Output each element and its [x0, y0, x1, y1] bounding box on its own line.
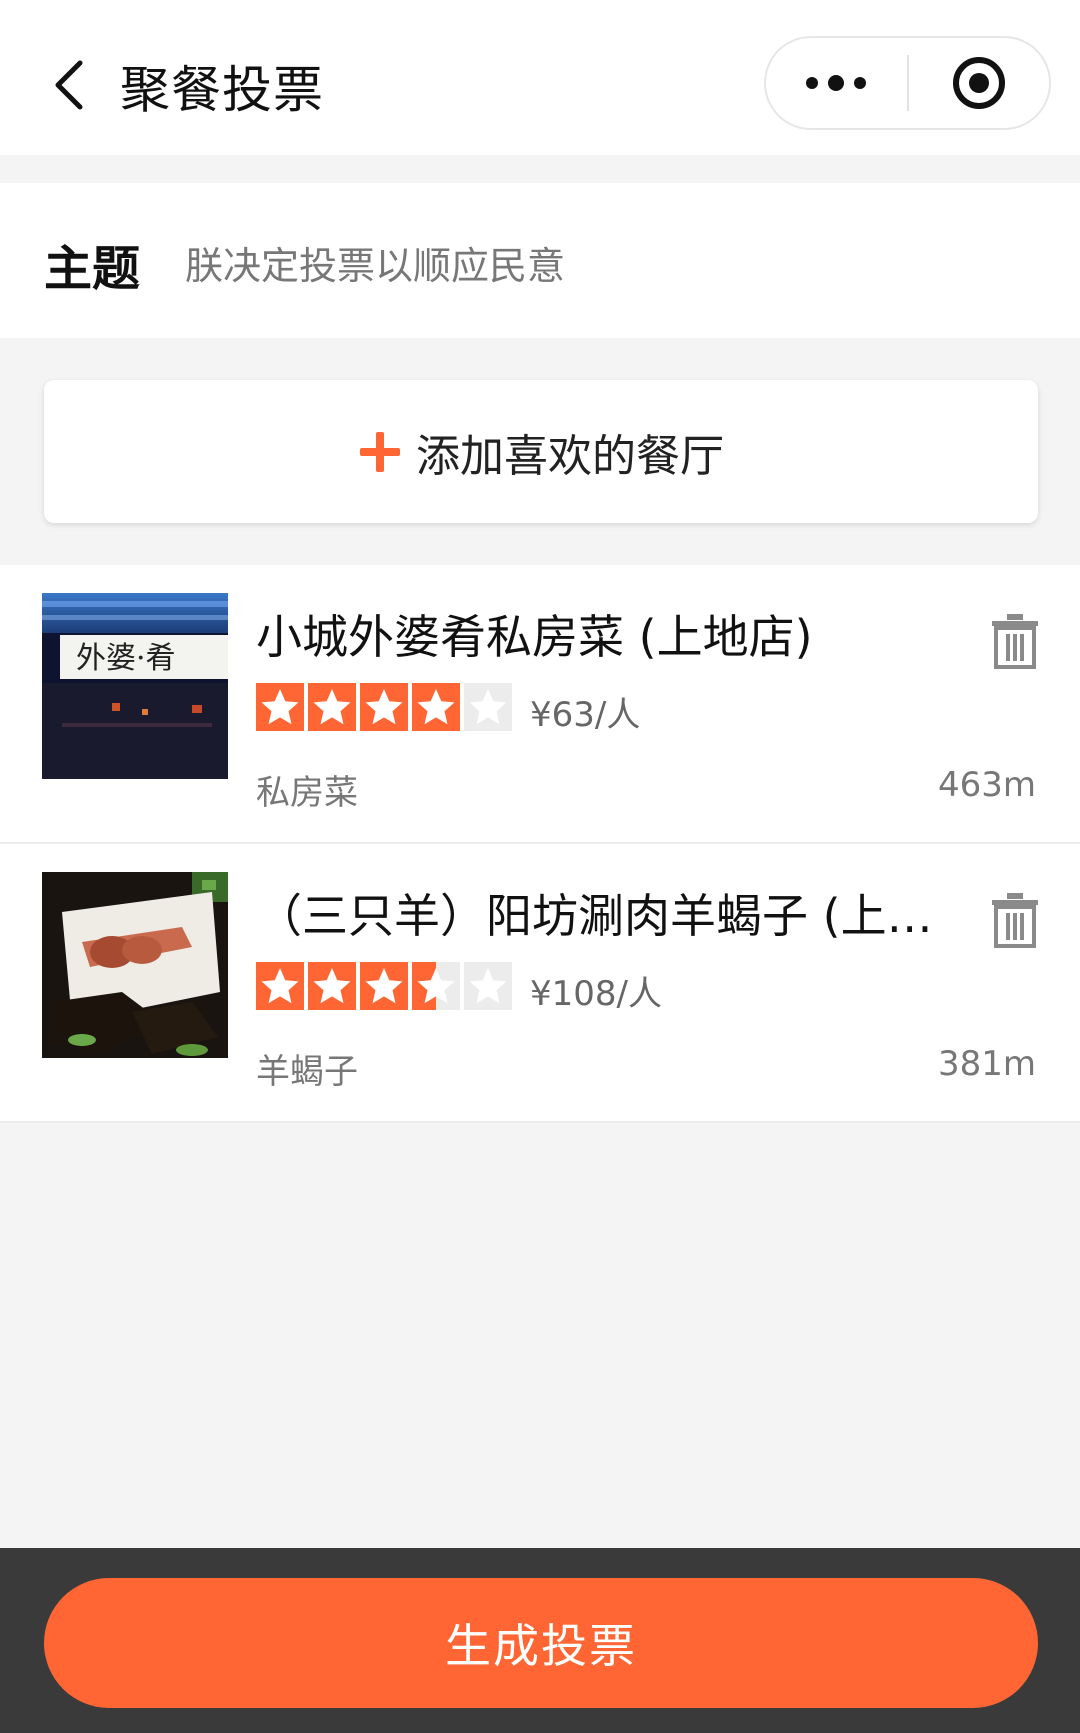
- more-button[interactable]: [766, 38, 907, 128]
- sign-text: 外婆·肴: [76, 641, 176, 676]
- star-icon: [464, 683, 512, 731]
- target-icon: [952, 57, 1005, 109]
- restaurant-list: 外婆·肴 小城外婆肴私房菜 (上地店) ¥63/人 私房菜 463m （三只羊）…: [0, 565, 1080, 1123]
- price-per-person: ¥63/人: [530, 695, 641, 735]
- back-button[interactable]: [30, 45, 110, 125]
- star-icon: [360, 683, 408, 731]
- add-restaurant-button[interactable]: 添加喜欢的餐厅: [44, 380, 1038, 523]
- price-per-person: ¥108/人: [530, 974, 662, 1014]
- trash-icon: [992, 893, 1038, 948]
- star-rating: [256, 962, 516, 1010]
- distance: 381m: [937, 1044, 1036, 1084]
- close-miniprogram-button[interactable]: [909, 38, 1050, 128]
- page: 聚餐投票 主题 朕决定投票以顺应民意 添加喜欢的餐厅 外婆·肴 小城外婆肴私房菜…: [0, 0, 1080, 1733]
- mini-program-capsule: [764, 36, 1051, 130]
- chevron-left-icon: [55, 60, 83, 110]
- delete-button[interactable]: [990, 892, 1040, 948]
- restaurant-name: （三只羊）阳坊涮肉羊蝎子 (上…: [256, 889, 933, 943]
- star-icon: [464, 962, 512, 1010]
- distance: 463m: [937, 765, 1036, 805]
- star-icon: [256, 962, 304, 1010]
- delete-button[interactable]: [990, 613, 1040, 669]
- page-title: 聚餐投票: [120, 61, 324, 119]
- star-icon: [308, 962, 356, 1010]
- restaurant-item[interactable]: 外婆·肴 小城外婆肴私房菜 (上地店) ¥63/人 私房菜 463m: [0, 565, 1080, 844]
- cuisine-category: 羊蝎子: [256, 1052, 358, 1092]
- topic-section: 主题 朕决定投票以顺应民意: [0, 183, 1080, 338]
- generate-vote-button[interactable]: 生成投票: [44, 1578, 1038, 1708]
- star-icon: [256, 683, 304, 731]
- star-icon: [412, 962, 460, 1010]
- more-dots-icon: [806, 75, 867, 91]
- cuisine-category: 私房菜: [256, 773, 358, 813]
- star-icon: [412, 683, 460, 731]
- star-icon: [360, 962, 408, 1010]
- restaurant-photo: 外婆·肴: [42, 593, 228, 779]
- restaurant-item[interactable]: （三只羊）阳坊涮肉羊蝎子 (上… ¥108/人 羊蝎子 381m: [0, 844, 1080, 1123]
- topic-label: 主题: [44, 241, 141, 297]
- bottom-bar: 生成投票: [0, 1548, 1080, 1733]
- topic-input[interactable]: 朕决定投票以顺应民意: [185, 235, 1045, 290]
- restaurant-name: 小城外婆肴私房菜 (上地店): [256, 610, 813, 664]
- trash-icon: [992, 614, 1038, 669]
- plus-icon: [358, 430, 402, 474]
- add-restaurant-label: 添加喜欢的餐厅: [416, 430, 724, 482]
- header-bar: 聚餐投票: [0, 0, 1080, 155]
- star-icon: [308, 683, 356, 731]
- star-rating: [256, 683, 516, 731]
- restaurant-photo: [42, 872, 228, 1058]
